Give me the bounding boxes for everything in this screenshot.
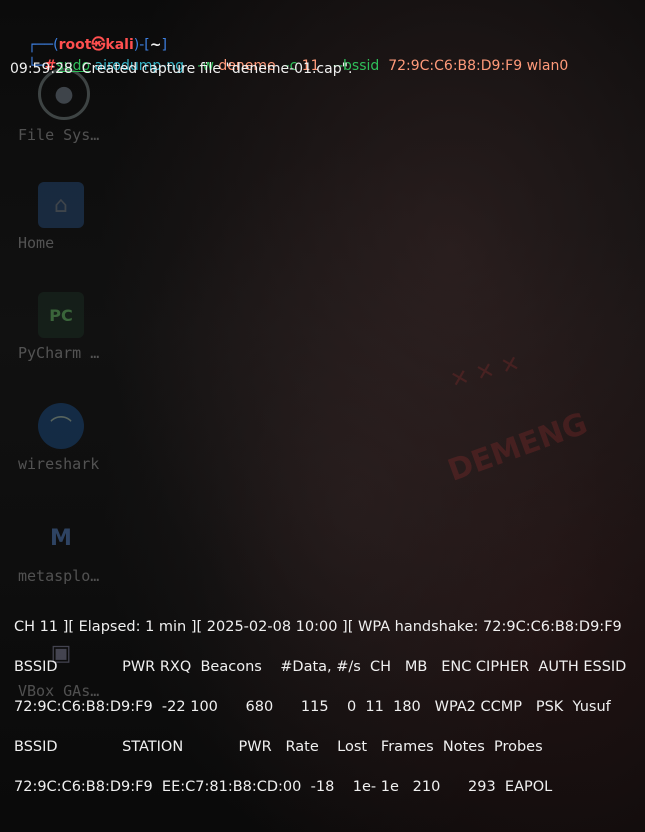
capture-file-message: 09:59:28 Created capture file "deneme-01…	[10, 61, 353, 77]
cmd-interface: wlan0	[526, 58, 569, 74]
terminal-window[interactable]: ┌──(root㉿kali)-[~] └─#sudo airodump-ng -…	[0, 0, 645, 832]
cmd-val-bssid: 72:9C:C6:B8:D9:F9	[388, 58, 523, 74]
station-table-header: BSSID STATION PWR Rate Lost Frames Notes…	[14, 739, 543, 755]
ap-table-row: 72:9C:C6:B8:D9:F9 -22 100 680 115 0 11 1…	[14, 699, 611, 715]
station-table-row: 72:9C:C6:B8:D9:F9 EE:C7:81:B8:CD:00 -18 …	[14, 779, 553, 795]
ap-table-header: BSSID PWR RXQ Beacons #Data, #/s CH MB E…	[14, 659, 627, 675]
status-line: CH 11 ][ Elapsed: 1 min ][ 2025-02-08 10…	[14, 619, 622, 635]
